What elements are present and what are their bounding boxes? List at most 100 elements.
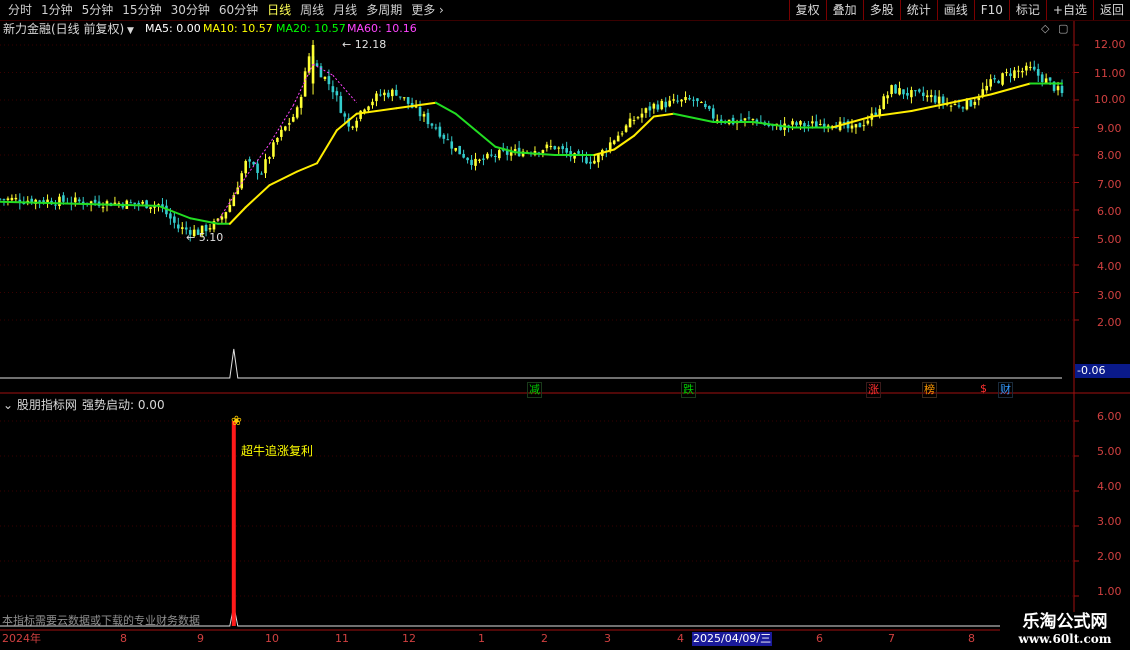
tab-multi-period[interactable]: 多周期 <box>366 0 402 20</box>
period-toolbar: 分时 1分钟 5分钟 15分钟 30分钟 60分钟 日线 周线 月线 多周期 更… <box>0 0 1130 21</box>
multi-stock-button[interactable]: 多股 <box>862 0 900 20</box>
butterfly-icon: ❀ <box>231 414 242 429</box>
adjust-button[interactable]: 复权 <box>788 0 826 20</box>
candle-body <box>747 117 751 119</box>
candle-body <box>470 159 473 166</box>
candle-body <box>890 85 893 95</box>
candle-body <box>878 108 882 115</box>
draw-line-button[interactable]: 画线 <box>936 0 974 20</box>
candle-body <box>1048 77 1052 81</box>
ma-line-segment <box>514 151 556 156</box>
tab-30min[interactable]: 30分钟 <box>171 0 210 20</box>
y-tick: 11.00 <box>1094 67 1126 80</box>
candle-body <box>177 224 180 229</box>
candle-body <box>494 156 497 158</box>
mark-button[interactable]: 标记 <box>1008 0 1046 20</box>
candle-body <box>438 126 442 137</box>
candle-body <box>315 63 319 67</box>
tab-daily[interactable]: 日线 <box>267 0 291 20</box>
candle-body <box>137 202 140 205</box>
candle-body <box>751 119 755 121</box>
tab-60min[interactable]: 60分钟 <box>219 0 258 20</box>
candle-body <box>145 200 148 209</box>
x-label: 1 <box>478 632 485 645</box>
f10-button[interactable]: F10 <box>973 0 1009 20</box>
candle-body <box>680 99 683 102</box>
ma-line-segment <box>910 101 953 112</box>
badge-rise[interactable]: 涨 <box>866 382 881 398</box>
badge-finance[interactable]: 财 <box>998 382 1013 398</box>
candle-body <box>426 112 430 125</box>
candle-body <box>997 80 1000 84</box>
y-tick: 4.00 <box>1097 260 1122 273</box>
candle-body <box>898 88 901 95</box>
candle-body <box>811 121 814 124</box>
candle-body <box>264 159 267 174</box>
candle-body <box>391 89 394 97</box>
candle-body <box>482 158 485 160</box>
arrow-left-icon: ← <box>186 231 199 244</box>
x-label: 10 <box>265 632 279 645</box>
candle-body <box>77 199 81 202</box>
candle-body <box>660 100 664 110</box>
candle-body <box>1040 74 1044 83</box>
candle-body <box>672 99 675 101</box>
candle-body <box>628 118 632 128</box>
y-tick: 12.00 <box>1094 38 1126 51</box>
tab-more[interactable]: 更多 › <box>411 0 444 20</box>
candle-body <box>937 96 941 104</box>
candle-body <box>933 95 937 103</box>
candle-body <box>799 121 802 125</box>
ma-line-segment <box>296 162 319 173</box>
tab-monthly[interactable]: 月线 <box>333 0 357 20</box>
candle-body <box>922 92 925 97</box>
indicator-header[interactable]: ⌄ 股朋指标网 <box>3 398 77 412</box>
badge-dollar[interactable]: $ <box>979 382 988 396</box>
tab-1min[interactable]: 1分钟 <box>41 0 73 20</box>
kline-chart[interactable] <box>0 21 1130 633</box>
candle-body <box>129 202 133 204</box>
candle-body <box>791 121 794 125</box>
arrow-left-icon: ← <box>342 38 355 51</box>
indicator-value: 强势启动: 0.00 <box>82 398 165 412</box>
candle-body <box>704 103 707 108</box>
candle-body <box>54 204 57 206</box>
candle-body <box>989 79 992 87</box>
candle-body <box>375 93 378 102</box>
auxiliary-line <box>0 348 1062 379</box>
tab-minute[interactable]: 分时 <box>8 0 32 20</box>
candle-body <box>850 125 854 129</box>
candle-body <box>612 140 616 144</box>
candle-body <box>149 207 152 209</box>
candle-body <box>557 147 561 149</box>
candle-body <box>141 201 144 204</box>
y-tick: 9.00 <box>1097 122 1122 135</box>
stats-button[interactable]: 统计 <box>899 0 937 20</box>
ma60-line-segment <box>312 63 334 76</box>
candle-body <box>696 98 699 102</box>
badge-fall[interactable]: 跌 <box>681 382 696 398</box>
badge-reduce[interactable]: 减 <box>527 382 542 398</box>
back-button[interactable]: 返回 <box>1092 0 1130 20</box>
candle-body <box>1013 70 1016 79</box>
candle-body <box>387 92 390 97</box>
candle-body <box>323 76 327 79</box>
candle-body <box>287 123 291 125</box>
tab-more-label: 更多 <box>411 3 436 17</box>
candle-body <box>739 119 743 122</box>
site-watermark: 乐淘公式网 www.60lt.com <box>1000 612 1130 650</box>
candle-body <box>173 216 176 223</box>
candle-body <box>240 173 244 189</box>
candle-body <box>807 124 810 126</box>
badge-rank[interactable]: 榜 <box>922 382 937 398</box>
candle-body <box>208 228 212 230</box>
tab-5min[interactable]: 5分钟 <box>82 0 114 20</box>
overlay-button[interactable]: 叠加 <box>825 0 863 20</box>
candle-body <box>545 144 549 149</box>
tab-weekly[interactable]: 周线 <box>300 0 324 20</box>
candle-body <box>422 114 426 117</box>
tab-15min[interactable]: 15分钟 <box>122 0 161 20</box>
candle-body <box>949 105 953 107</box>
chevron-right-icon: › <box>435 3 444 17</box>
add-watchlist-button[interactable]: +自选 <box>1045 0 1093 20</box>
